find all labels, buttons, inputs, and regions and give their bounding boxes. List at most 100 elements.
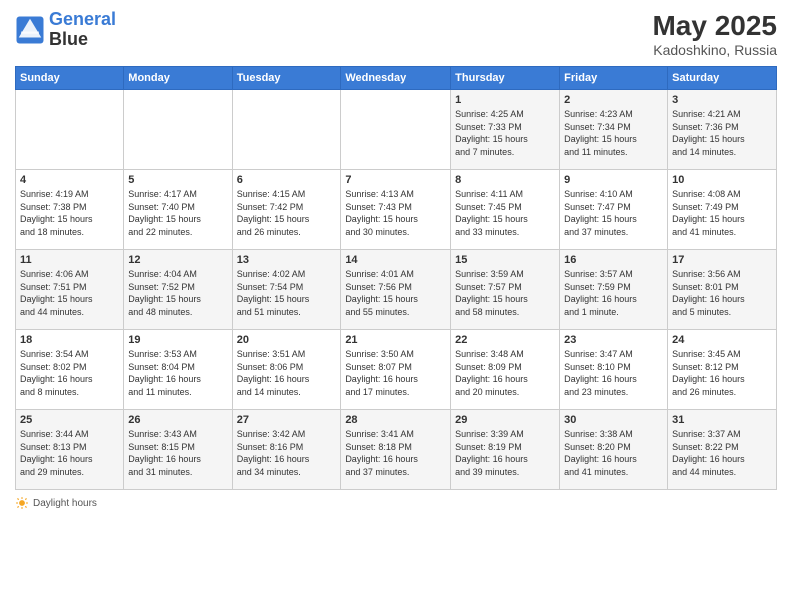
day-info: Sunrise: 3:43 AM Sunset: 8:15 PM Dayligh… [128, 428, 227, 478]
day-info: Sunrise: 3:57 AM Sunset: 7:59 PM Dayligh… [564, 268, 663, 318]
day-number: 30 [564, 414, 663, 426]
day-number: 11 [20, 254, 119, 266]
day-info: Sunrise: 3:38 AM Sunset: 8:20 PM Dayligh… [564, 428, 663, 478]
day-number: 9 [564, 174, 663, 186]
calendar-cell: 17 Sunrise: 3:56 AM Sunset: 8:01 PM Dayli… [668, 250, 777, 330]
day-info: Sunrise: 3:42 AM Sunset: 8:16 PM Dayligh… [237, 428, 337, 478]
calendar-cell: 19Sunrise: 3:53 AM Sunset: 8:04 PM Dayli… [124, 330, 232, 410]
week-row-4: 18 Sunrise: 3:54 AM Sunset: 8:02 PM Dayli… [16, 330, 777, 410]
calendar-cell: 3 Sunrise: 4:21 AM Sunset: 7:36 PM Daylig… [668, 90, 777, 170]
day-number: 18 [20, 334, 119, 346]
day-info: Sunrise: 3:50 AM Sunset: 8:07 PM Dayligh… [345, 348, 446, 398]
day-info: Sunrise: 3:59 AM Sunset: 7:57 PM Dayligh… [455, 268, 555, 318]
day-header-tuesday: Tuesday [232, 67, 341, 90]
calendar-cell: 9 Sunrise: 4:10 AM Sunset: 7:47 PM Daylig… [560, 170, 668, 250]
calendar-cell: 29 Sunrise: 3:39 AM Sunset: 8:19 PM Dayli… [451, 410, 560, 490]
day-header-sunday: Sunday [16, 67, 124, 90]
day-info: Sunrise: 3:37 AM Sunset: 8:22 PM Dayligh… [672, 428, 772, 478]
day-number: 29 [455, 414, 555, 426]
day-number: 3 [672, 94, 772, 106]
day-info: Sunrise: 3:51 AM Sunset: 8:06 PM Dayligh… [237, 348, 337, 398]
calendar-cell: 26Sunrise: 3:43 AM Sunset: 8:15 PM Dayli… [124, 410, 232, 490]
footer-label: Daylight hours [33, 498, 97, 509]
day-number: 10 [672, 174, 772, 186]
calendar-cell: 18 Sunrise: 3:54 AM Sunset: 8:02 PM Dayli… [16, 330, 124, 410]
day-info: Sunrise: 4:06 AM Sunset: 7:51 PM Dayligh… [20, 268, 119, 318]
day-info: Sunrise: 4:11 AM Sunset: 7:45 PM Dayligh… [455, 188, 555, 238]
header: General Blue May 2025 Kadoshkino, Russia [15, 10, 777, 58]
calendar-cell: 8 Sunrise: 4:11 AM Sunset: 7:45 PM Daylig… [451, 170, 560, 250]
day-number: 6 [237, 174, 337, 186]
day-info: Sunrise: 4:08 AM Sunset: 7:49 PM Dayligh… [672, 188, 772, 238]
day-number: 12 [128, 254, 227, 266]
day-number: 1 [455, 94, 555, 106]
day-info: Sunrise: 3:44 AM Sunset: 8:13 PM Dayligh… [20, 428, 119, 478]
calendar-cell [341, 90, 451, 170]
calendar-cell: 5Sunrise: 4:17 AM Sunset: 7:40 PM Daylig… [124, 170, 232, 250]
day-info: Sunrise: 3:47 AM Sunset: 8:10 PM Dayligh… [564, 348, 663, 398]
footer: Daylight hours [15, 496, 777, 510]
calendar-cell: 25 Sunrise: 3:44 AM Sunset: 8:13 PM Dayli… [16, 410, 124, 490]
main-title: May 2025 [652, 10, 777, 42]
day-info: Sunrise: 4:25 AM Sunset: 7:33 PM Dayligh… [455, 108, 555, 158]
day-info: Sunrise: 4:04 AM Sunset: 7:52 PM Dayligh… [128, 268, 227, 318]
calendar-cell: 28Sunrise: 3:41 AM Sunset: 8:18 PM Dayli… [341, 410, 451, 490]
logo: General Blue [15, 10, 116, 50]
calendar-cell: 7 Sunrise: 4:13 AM Sunset: 7:43 PM Daylig… [341, 170, 451, 250]
page: General Blue May 2025 Kadoshkino, Russia… [0, 0, 792, 612]
day-number: 20 [237, 334, 337, 346]
day-number: 27 [237, 414, 337, 426]
day-info: Sunrise: 4:19 AM Sunset: 7:38 PM Dayligh… [20, 188, 119, 238]
calendar-cell [124, 90, 232, 170]
day-info: Sunrise: 4:21 AM Sunset: 7:36 PM Dayligh… [672, 108, 772, 158]
subtitle: Kadoshkino, Russia [652, 42, 777, 58]
day-info: Sunrise: 4:23 AM Sunset: 7:34 PM Dayligh… [564, 108, 663, 158]
day-number: 13 [237, 254, 337, 266]
day-info: Sunrise: 3:56 AM Sunset: 8:01 PM Dayligh… [672, 268, 772, 318]
calendar-cell: 13 Sunrise: 4:02 AM Sunset: 7:54 PM Dayli… [232, 250, 341, 330]
calendar-cell: 4Sunrise: 4:19 AM Sunset: 7:38 PM Daylig… [16, 170, 124, 250]
day-number: 31 [672, 414, 772, 426]
day-number: 5 [128, 174, 227, 186]
day-number: 14 [345, 254, 446, 266]
calendar-cell: 24Sunrise: 3:45 AM Sunset: 8:12 PM Dayli… [668, 330, 777, 410]
day-info: Sunrise: 3:48 AM Sunset: 8:09 PM Dayligh… [455, 348, 555, 398]
day-header-friday: Friday [560, 67, 668, 90]
day-info: Sunrise: 3:39 AM Sunset: 8:19 PM Dayligh… [455, 428, 555, 478]
day-info: Sunrise: 4:15 AM Sunset: 7:42 PM Dayligh… [237, 188, 337, 238]
day-number: 2 [564, 94, 663, 106]
day-number: 15 [455, 254, 555, 266]
calendar-cell [16, 90, 124, 170]
calendar-cell: 6 Sunrise: 4:15 AM Sunset: 7:42 PM Daylig… [232, 170, 341, 250]
day-info: Sunrise: 4:02 AM Sunset: 7:54 PM Dayligh… [237, 268, 337, 318]
calendar-cell: 2 Sunrise: 4:23 AM Sunset: 7:34 PM Daylig… [560, 90, 668, 170]
day-number: 19 [128, 334, 227, 346]
calendar-cell: 10 Sunrise: 4:08 AM Sunset: 7:49 PM Dayli… [668, 170, 777, 250]
calendar-cell: 20 Sunrise: 3:51 AM Sunset: 8:06 PM Dayli… [232, 330, 341, 410]
calendar-table: SundayMondayTuesdayWednesdayThursdayFrid… [15, 66, 777, 490]
calendar-cell: 31 Sunrise: 3:37 AM Sunset: 8:22 PM Dayli… [668, 410, 777, 490]
day-number: 17 [672, 254, 772, 266]
week-row-5: 25 Sunrise: 3:44 AM Sunset: 8:13 PM Dayli… [16, 410, 777, 490]
calendar-cell: 15 Sunrise: 3:59 AM Sunset: 7:57 PM Dayli… [451, 250, 560, 330]
day-header-wednesday: Wednesday [341, 67, 451, 90]
title-block: May 2025 Kadoshkino, Russia [652, 10, 777, 58]
calendar-cell: 22Sunrise: 3:48 AM Sunset: 8:09 PM Dayli… [451, 330, 560, 410]
week-row-3: 11 Sunrise: 4:06 AM Sunset: 7:51 PM Dayli… [16, 250, 777, 330]
day-number: 7 [345, 174, 446, 186]
day-info: Sunrise: 3:54 AM Sunset: 8:02 PM Dayligh… [20, 348, 119, 398]
day-info: Sunrise: 4:10 AM Sunset: 7:47 PM Dayligh… [564, 188, 663, 238]
calendar-cell: 27 Sunrise: 3:42 AM Sunset: 8:16 PM Dayli… [232, 410, 341, 490]
logo-text: General Blue [49, 10, 116, 50]
calendar-cell: 30 Sunrise: 3:38 AM Sunset: 8:20 PM Dayli… [560, 410, 668, 490]
header-row: SundayMondayTuesdayWednesdayThursdayFrid… [16, 67, 777, 90]
calendar-cell: 16Sunrise: 3:57 AM Sunset: 7:59 PM Dayli… [560, 250, 668, 330]
day-number: 8 [455, 174, 555, 186]
day-number: 25 [20, 414, 119, 426]
week-row-2: 4Sunrise: 4:19 AM Sunset: 7:38 PM Daylig… [16, 170, 777, 250]
day-header-monday: Monday [124, 67, 232, 90]
day-info: Sunrise: 4:13 AM Sunset: 7:43 PM Dayligh… [345, 188, 446, 238]
calendar-cell: 12 Sunrise: 4:04 AM Sunset: 7:52 PM Dayli… [124, 250, 232, 330]
calendar-cell: 23Sunrise: 3:47 AM Sunset: 8:10 PM Dayli… [560, 330, 668, 410]
calendar-cell [232, 90, 341, 170]
